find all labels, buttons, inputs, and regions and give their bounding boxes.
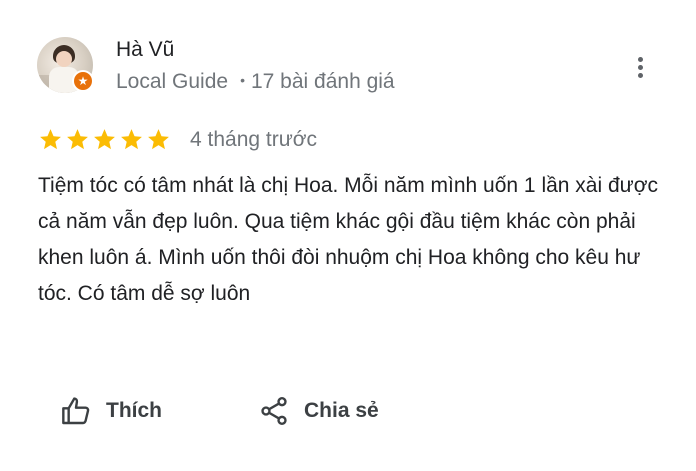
review-count: 17 bài đánh giá <box>250 70 395 93</box>
share-label: Chia sẻ <box>304 399 379 422</box>
star-rating <box>38 127 171 152</box>
local-guide-label: Local Guide <box>116 70 229 93</box>
star-icon <box>40 129 61 150</box>
reviewer-name[interactable]: Hà Vũ <box>116 38 174 62</box>
like-label: Thích <box>106 399 162 422</box>
review-text: Tiệm tóc có tâm nhát là chị Hoa. Mỗi năm… <box>38 174 658 305</box>
star-icon <box>67 129 88 150</box>
star-icon <box>148 129 169 150</box>
more-vert-icon[interactable] <box>630 54 650 84</box>
like-button[interactable]: Thích <box>60 395 162 427</box>
thumb-up-icon <box>62 397 90 425</box>
separator-dot: • <box>240 72 245 88</box>
star-icon <box>94 129 115 150</box>
review-card: ★ Hà Vũ Local Guide • 17 bài đánh giá 4 th… <box>0 0 696 471</box>
star-icon <box>121 129 142 150</box>
share-icon <box>261 397 287 425</box>
review-time: 4 tháng trước <box>190 128 318 151</box>
share-button[interactable]: Chia sẻ <box>258 395 379 427</box>
local-guide-star-icon: ★ <box>72 70 94 92</box>
reviewer-meta: Local Guide • 17 bài đánh giá <box>116 70 395 94</box>
